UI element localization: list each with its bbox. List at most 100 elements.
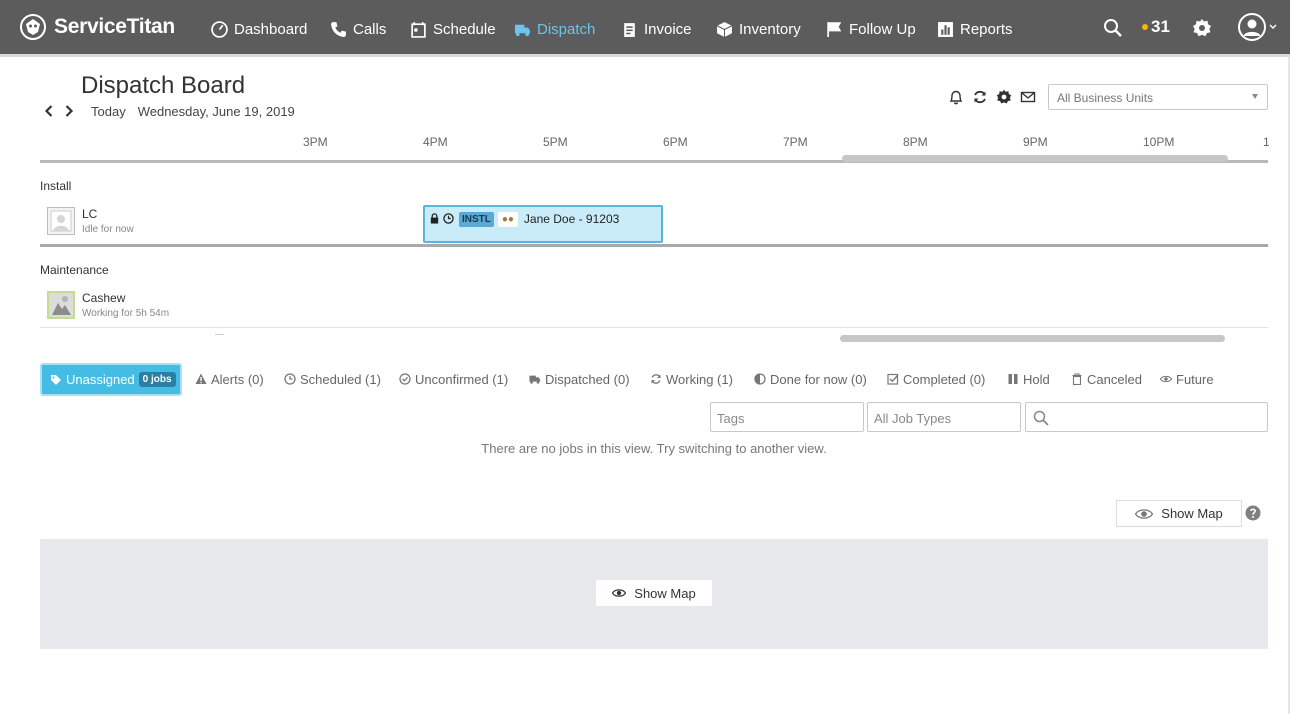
nav-dispatch[interactable]: Dispatch — [514, 18, 595, 40]
timeline-scrollbar-top[interactable] — [842, 155, 1228, 162]
tab-dispatched[interactable]: Dispatched (0) — [529, 371, 630, 387]
tab-hold-label: Hold — [1023, 372, 1050, 387]
avatar[interactable] — [47, 291, 75, 319]
eye-icon — [612, 588, 626, 598]
brand-logo[interactable]: ServiceTitan — [18, 12, 175, 42]
clock-icon — [284, 373, 296, 385]
next-day-button[interactable] — [61, 103, 77, 119]
group-label-maintenance: Maintenance — [40, 263, 109, 277]
job-search-input[interactable] — [1025, 402, 1268, 432]
bell-icon[interactable] — [948, 89, 964, 105]
mail-icon[interactable] — [1020, 89, 1036, 105]
show-map-center-button[interactable]: Show Map — [596, 580, 712, 606]
map-placeholder-area: Show Map — [40, 539, 1268, 649]
nav-calls[interactable]: Calls — [330, 18, 386, 40]
job-title: Jane Doe - 91203 — [524, 212, 619, 226]
timeline-hour-label: 9PM — [1023, 135, 1048, 149]
scroll-marker — [215, 334, 224, 335]
tab-scheduled[interactable]: Scheduled (1) — [284, 371, 381, 387]
group-label-install: Install — [40, 179, 71, 193]
nav-inventory-label: Inventory — [739, 21, 801, 38]
search-icon[interactable] — [1103, 18, 1123, 38]
refresh-icon — [650, 373, 662, 385]
timeline-hour-label: 1 — [1263, 135, 1270, 149]
search-icon — [1033, 410, 1049, 426]
notifications-counter[interactable]: 31 — [1142, 17, 1170, 37]
show-map-center-label: Show Map — [634, 586, 695, 601]
tab-completed[interactable]: Completed (0) — [887, 371, 985, 387]
timeline-hour-label: 7PM — [783, 135, 808, 149]
timeline-hour-label: 8PM — [903, 135, 928, 149]
nav-dispatch-label: Dispatch — [537, 21, 595, 38]
technician-photo-icon — [49, 293, 73, 317]
half-circle-icon — [754, 373, 766, 385]
tab-hold[interactable]: Hold — [1007, 371, 1050, 387]
technician-status: Idle for now — [82, 224, 134, 235]
job-appointment-block[interactable]: INSTL ●● Jane Doe - 91203 — [423, 205, 663, 243]
box-icon — [716, 21, 733, 38]
tab-done-for-now[interactable]: Done for now (0) — [754, 371, 867, 387]
timeline-hour-label: 6PM — [663, 135, 688, 149]
check-square-icon — [887, 373, 899, 385]
tags-filter-input[interactable]: Tags — [710, 402, 864, 432]
tab-alerts-label: Alerts (0) — [211, 372, 264, 387]
technician-name[interactable]: LC — [82, 207, 97, 221]
bar-chart-icon — [937, 21, 954, 38]
timeline-hour-label: 3PM — [303, 135, 328, 149]
tab-canceled-label: Canceled — [1087, 372, 1142, 387]
eye-icon — [1160, 373, 1172, 385]
top-navigation-bar: ServiceTitan Dashboard Calls Schedule Di… — [0, 0, 1290, 57]
pause-icon — [1007, 373, 1019, 385]
job-type-tag: INSTL — [459, 212, 494, 227]
empty-jobs-message: There are no jobs in this view. Try swit… — [0, 441, 1290, 456]
tab-unassigned[interactable]: Unassigned 0 jobs — [40, 363, 182, 396]
tab-scheduled-label: Scheduled (1) — [300, 372, 381, 387]
servicetitan-logo-icon — [18, 12, 48, 42]
timeline-hour-label: 5PM — [543, 135, 568, 149]
truck-icon — [529, 373, 541, 385]
truck-icon — [514, 21, 531, 38]
trash-icon — [1071, 373, 1083, 385]
chevron-down-icon — [1269, 24, 1277, 30]
help-icon[interactable] — [1245, 505, 1261, 521]
caret-down-icon — [1252, 94, 1258, 99]
tab-working[interactable]: Working (1) — [650, 371, 733, 387]
timeline-hour-label: 10PM — [1143, 135, 1174, 149]
technician-name[interactable]: Cashew — [82, 291, 125, 305]
show-map-button[interactable]: Show Map — [1116, 500, 1242, 527]
nav-dashboard-label: Dashboard — [234, 21, 307, 38]
clipboard-icon — [621, 21, 638, 38]
user-menu[interactable] — [1237, 12, 1277, 42]
tab-unconfirmed[interactable]: Unconfirmed (1) — [399, 371, 508, 387]
nav-inventory[interactable]: Inventory — [716, 18, 801, 40]
nav-calls-label: Calls — [353, 21, 386, 38]
nav-dashboard[interactable]: Dashboard — [211, 18, 307, 40]
chevron-left-icon — [44, 105, 54, 117]
refresh-icon[interactable] — [972, 89, 988, 105]
tab-future-label: Future — [1176, 372, 1214, 387]
previous-day-button[interactable] — [41, 103, 57, 119]
job-types-select[interactable]: All Job Types — [867, 402, 1021, 432]
settings-gear-icon[interactable] — [996, 89, 1012, 105]
job-types-value: All Job Types — [874, 411, 951, 426]
user-avatar-icon — [1237, 12, 1267, 42]
today-button[interactable]: Today — [91, 104, 126, 119]
clock-icon — [443, 213, 454, 224]
timeline-scrollbar-bottom[interactable] — [840, 335, 1225, 342]
business-units-select[interactable]: All Business Units — [1048, 84, 1268, 110]
timeline-hour-label: 4PM — [423, 135, 448, 149]
tab-canceled[interactable]: Canceled — [1071, 371, 1142, 387]
tab-alerts[interactable]: Alerts (0) — [195, 371, 264, 387]
nav-schedule[interactable]: Schedule — [410, 18, 496, 40]
tab-future[interactable]: Future — [1160, 371, 1214, 387]
lock-icon — [429, 213, 440, 224]
jobs-count-badge: 0 jobs — [139, 372, 176, 387]
avatar[interactable] — [47, 207, 75, 235]
business-units-value: All Business Units — [1057, 91, 1153, 105]
nav-invoice[interactable]: Invoice — [621, 18, 692, 40]
dog-icon: ●● — [498, 212, 518, 227]
tab-done-for-now-label: Done for now (0) — [770, 372, 867, 387]
nav-reports[interactable]: Reports — [937, 18, 1013, 40]
nav-follow-up[interactable]: Follow Up — [826, 18, 916, 40]
gear-icon[interactable] — [1192, 18, 1212, 38]
